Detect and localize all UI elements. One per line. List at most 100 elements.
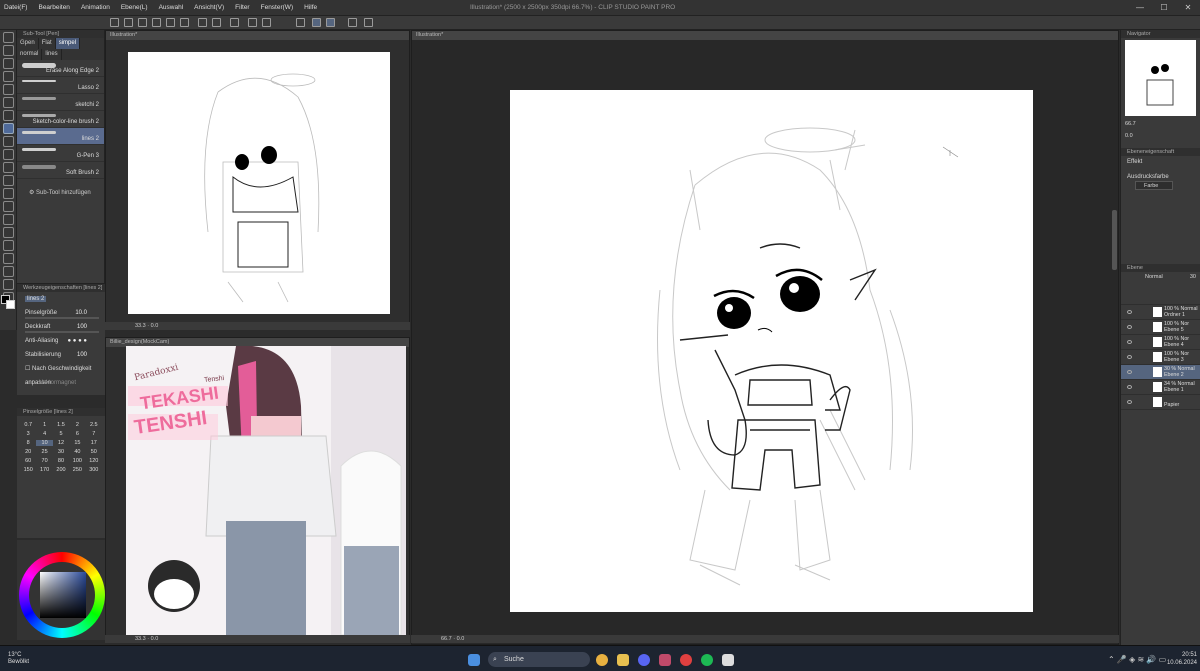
- brush-size-option[interactable]: 1: [36, 422, 52, 428]
- menu-item[interactable]: Animation: [81, 4, 110, 11]
- brush-size-option[interactable]: 150: [20, 467, 36, 473]
- magic-wand-icon[interactable]: [3, 97, 14, 108]
- menu-item[interactable]: Ansicht(V): [194, 4, 224, 11]
- brush-size-option[interactable]: 300: [86, 467, 102, 473]
- brush-size-option[interactable]: 17: [86, 440, 102, 446]
- brush-size-option[interactable]: 250: [69, 467, 85, 473]
- brush-size-option[interactable]: 10: [36, 440, 53, 446]
- menu-item[interactable]: Auswahl: [159, 4, 184, 11]
- brush-size-option[interactable]: 70: [36, 458, 52, 464]
- brush-item[interactable]: Sketch-color-line brush 2: [17, 111, 104, 128]
- tab-flat[interactable]: Flat: [39, 38, 56, 49]
- eye-icon[interactable]: [1127, 325, 1132, 329]
- fill-icon[interactable]: [248, 18, 257, 27]
- vector-magnet-label[interactable]: Vektormagnet: [17, 376, 105, 390]
- select-icon[interactable]: [262, 18, 271, 27]
- eye-icon[interactable]: [1127, 385, 1132, 389]
- brush-size-option[interactable]: 50: [86, 449, 102, 455]
- layer-row[interactable]: 100 % Nor Ebene 3: [1121, 350, 1200, 365]
- speed-adjust-row[interactable]: ☐ Nach Geschwindigkeit anpassen: [17, 362, 105, 386]
- eye-icon[interactable]: [1127, 355, 1132, 359]
- brush-size-option[interactable]: 170: [36, 467, 52, 473]
- undo-icon[interactable]: [198, 18, 207, 27]
- close-icon[interactable]: ✕: [1176, 0, 1200, 16]
- doc-tab[interactable]: Illustration*: [106, 31, 409, 40]
- brush-size-option[interactable]: 25: [36, 449, 52, 455]
- clear-icon[interactable]: [152, 18, 161, 27]
- text-tool-icon[interactable]: [3, 279, 14, 290]
- windows-start-icon[interactable]: [468, 654, 480, 666]
- menu-item[interactable]: Hilfe: [304, 4, 317, 11]
- brush-item[interactable]: G-Pen 3: [17, 145, 104, 162]
- brush-size-option[interactable]: 200: [53, 467, 69, 473]
- brush-size-option[interactable]: 20: [20, 449, 36, 455]
- brush-size-option[interactable]: 2.5: [86, 422, 102, 428]
- ruler-snap-icon[interactable]: [326, 18, 335, 27]
- vertical-scrollbar[interactable]: [1112, 210, 1117, 270]
- new-file-icon[interactable]: [110, 18, 119, 27]
- eye-icon[interactable]: [1127, 340, 1132, 344]
- slider-track[interactable]: [25, 331, 99, 333]
- frame-tool-icon[interactable]: [3, 253, 14, 264]
- minimize-icon[interactable]: —: [1128, 0, 1152, 16]
- doc-tab[interactable]: Illustration*: [412, 31, 1118, 40]
- opera-icon[interactable]: [680, 654, 692, 666]
- brush-size-row[interactable]: Pinselgröße 10.0: [17, 306, 105, 320]
- layer-row[interactable]: 30 % Normal Ebene 2: [1121, 365, 1200, 380]
- eye-icon[interactable]: [1127, 370, 1132, 374]
- hand-tool-icon[interactable]: [3, 45, 14, 56]
- brush-item[interactable]: Erase Along Edge 2: [17, 60, 104, 77]
- reference-image[interactable]: Paradoxxi TEKASHI TENSHI Tenshi: [126, 346, 406, 635]
- eye-icon[interactable]: [1127, 400, 1132, 404]
- weather-widget[interactable]: 13°C Bewölkt: [8, 652, 29, 666]
- discord-icon[interactable]: [638, 654, 650, 666]
- brush-item-selected[interactable]: lines 2: [17, 128, 104, 145]
- sub-color-swatch[interactable]: [6, 300, 15, 309]
- layer-row[interactable]: 34 % Normal Ebene 1: [1121, 380, 1200, 395]
- brush-size-option[interactable]: 8: [20, 440, 36, 446]
- blend-mode-select[interactable]: Normal: [1145, 274, 1163, 280]
- slider-track[interactable]: [25, 317, 99, 319]
- transform-icon[interactable]: [230, 18, 239, 27]
- brush-item[interactable]: Soft Brush 2: [17, 162, 104, 179]
- navigator-zoom[interactable]: 66.7: [1125, 121, 1136, 127]
- angle-value[interactable]: 0.0: [151, 636, 159, 642]
- decoration-icon[interactable]: [3, 175, 14, 186]
- tab-gpen[interactable]: Gpen: [17, 38, 39, 49]
- menu-item[interactable]: Filter: [235, 4, 249, 11]
- canvas-main[interactable]: [510, 90, 1033, 612]
- zoom-value[interactable]: 33.3: [135, 323, 146, 329]
- brush-size-option[interactable]: 80: [53, 458, 69, 464]
- brush-size-option[interactable]: 1.5: [53, 422, 69, 428]
- opacity-row[interactable]: Deckkraft 100: [17, 320, 105, 334]
- brush-size-option[interactable]: 60: [20, 458, 36, 464]
- brush-size-option[interactable]: 30: [53, 449, 69, 455]
- open-file-icon[interactable]: [124, 18, 133, 27]
- brush-size-option[interactable]: 5: [53, 431, 69, 437]
- maximize-icon[interactable]: ☐: [1152, 0, 1176, 16]
- gradient-tool-icon[interactable]: [3, 227, 14, 238]
- canvas-top[interactable]: [128, 52, 390, 314]
- clip-studio-icon[interactable]: [722, 654, 734, 666]
- angle-value[interactable]: 0.0: [457, 636, 465, 642]
- fill-tool-icon[interactable]: [3, 214, 14, 225]
- anti-aliasing-row[interactable]: Anti-Aliasing ● ● ● ●: [17, 334, 105, 348]
- move-tool-icon[interactable]: [3, 71, 14, 82]
- brush-item[interactable]: sketchi 2: [17, 94, 104, 111]
- brush-size-option[interactable]: 2: [69, 422, 85, 428]
- app-icon[interactable]: [659, 654, 671, 666]
- chrome-icon[interactable]: [596, 654, 608, 666]
- brush-size-option[interactable]: 0.7: [20, 422, 36, 428]
- layer-row[interactable]: Papier: [1121, 395, 1200, 410]
- navigator-angle[interactable]: 0.0: [1125, 133, 1133, 139]
- lasso-tool-icon[interactable]: [3, 84, 14, 95]
- eraser-icon[interactable]: [3, 188, 14, 199]
- taskbar-search[interactable]: ⌕ Suche: [488, 652, 590, 667]
- save-icon[interactable]: [138, 18, 147, 27]
- airbrush-icon[interactable]: [3, 162, 14, 173]
- eye-icon[interactable]: [1127, 310, 1132, 314]
- layer-row[interactable]: 100 % Nor Ebene 4: [1121, 335, 1200, 350]
- copy-icon[interactable]: [180, 18, 189, 27]
- snap-icon[interactable]: [296, 18, 305, 27]
- brush-size-option[interactable]: 7: [86, 431, 102, 437]
